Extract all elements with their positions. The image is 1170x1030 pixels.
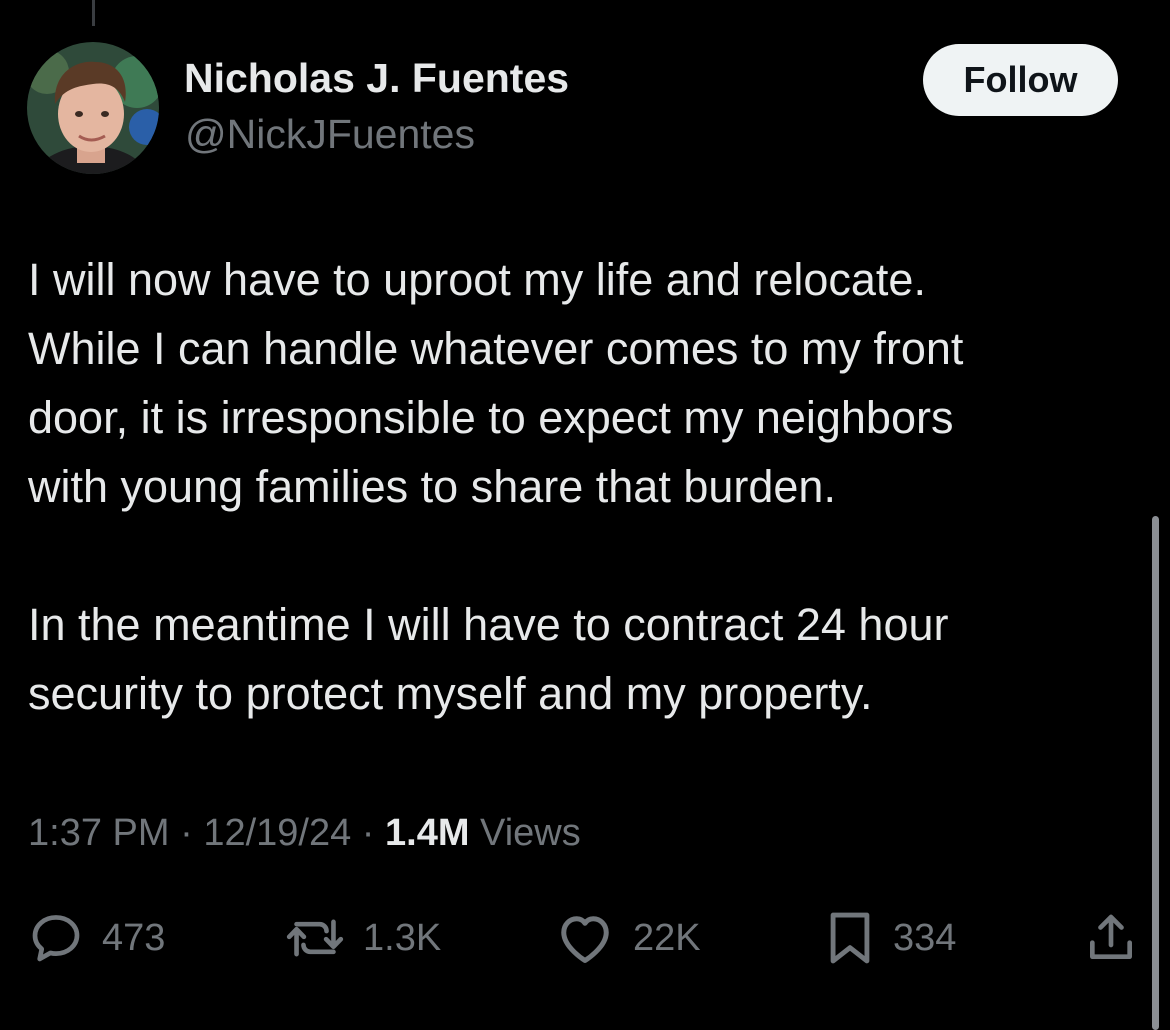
avatar[interactable] — [27, 42, 159, 174]
tweet-line: In the meantime I will have to contract … — [28, 599, 949, 650]
like-count: 22K — [633, 916, 701, 959]
profile-photo-icon — [27, 42, 159, 174]
share-icon — [1083, 909, 1139, 967]
reply-button[interactable]: 473 — [28, 908, 165, 968]
tweet-line: door, it is irresponsible to expect my n… — [28, 392, 954, 443]
meta-separator: · — [169, 812, 204, 854]
post-time[interactable]: 1:37 PM — [28, 812, 170, 854]
bookmark-count: 334 — [893, 916, 957, 959]
post-date[interactable]: 12/19/24 — [203, 812, 351, 854]
repost-count: 1.3K — [363, 916, 442, 959]
views-count: 1.4M — [385, 812, 470, 854]
share-button[interactable] — [1083, 908, 1139, 968]
tweet-line: While I can handle whatever comes to my … — [28, 323, 964, 374]
repost-icon — [285, 910, 345, 966]
follow-button[interactable]: Follow — [923, 44, 1118, 116]
tweet-line: I will now have to uproot my life and re… — [28, 254, 926, 305]
tweet-text: I will now have to uproot my life and re… — [28, 245, 1128, 728]
author-name[interactable]: Nicholas J. Fuentes — [184, 55, 569, 102]
like-button[interactable]: 22K — [555, 908, 701, 968]
bookmark-icon — [825, 909, 875, 967]
heart-icon — [555, 910, 615, 966]
tweet-meta: 1:37 PM · 12/19/24 · 1.4M Views — [28, 812, 581, 855]
meta-separator: · — [351, 812, 386, 854]
tweet-line: with young families to share that burden… — [28, 461, 836, 512]
author-handle[interactable]: @NickJFuentes — [185, 111, 475, 158]
reply-icon — [28, 910, 84, 966]
reply-count: 473 — [102, 916, 166, 959]
thread-connector-line — [92, 0, 95, 26]
views-label: Views — [469, 812, 581, 854]
scrollbar[interactable] — [1152, 516, 1159, 1030]
bookmark-button[interactable]: 334 — [825, 908, 956, 968]
repost-button[interactable]: 1.3K — [285, 908, 441, 968]
tweet-line: security to protect myself and my proper… — [28, 668, 873, 719]
